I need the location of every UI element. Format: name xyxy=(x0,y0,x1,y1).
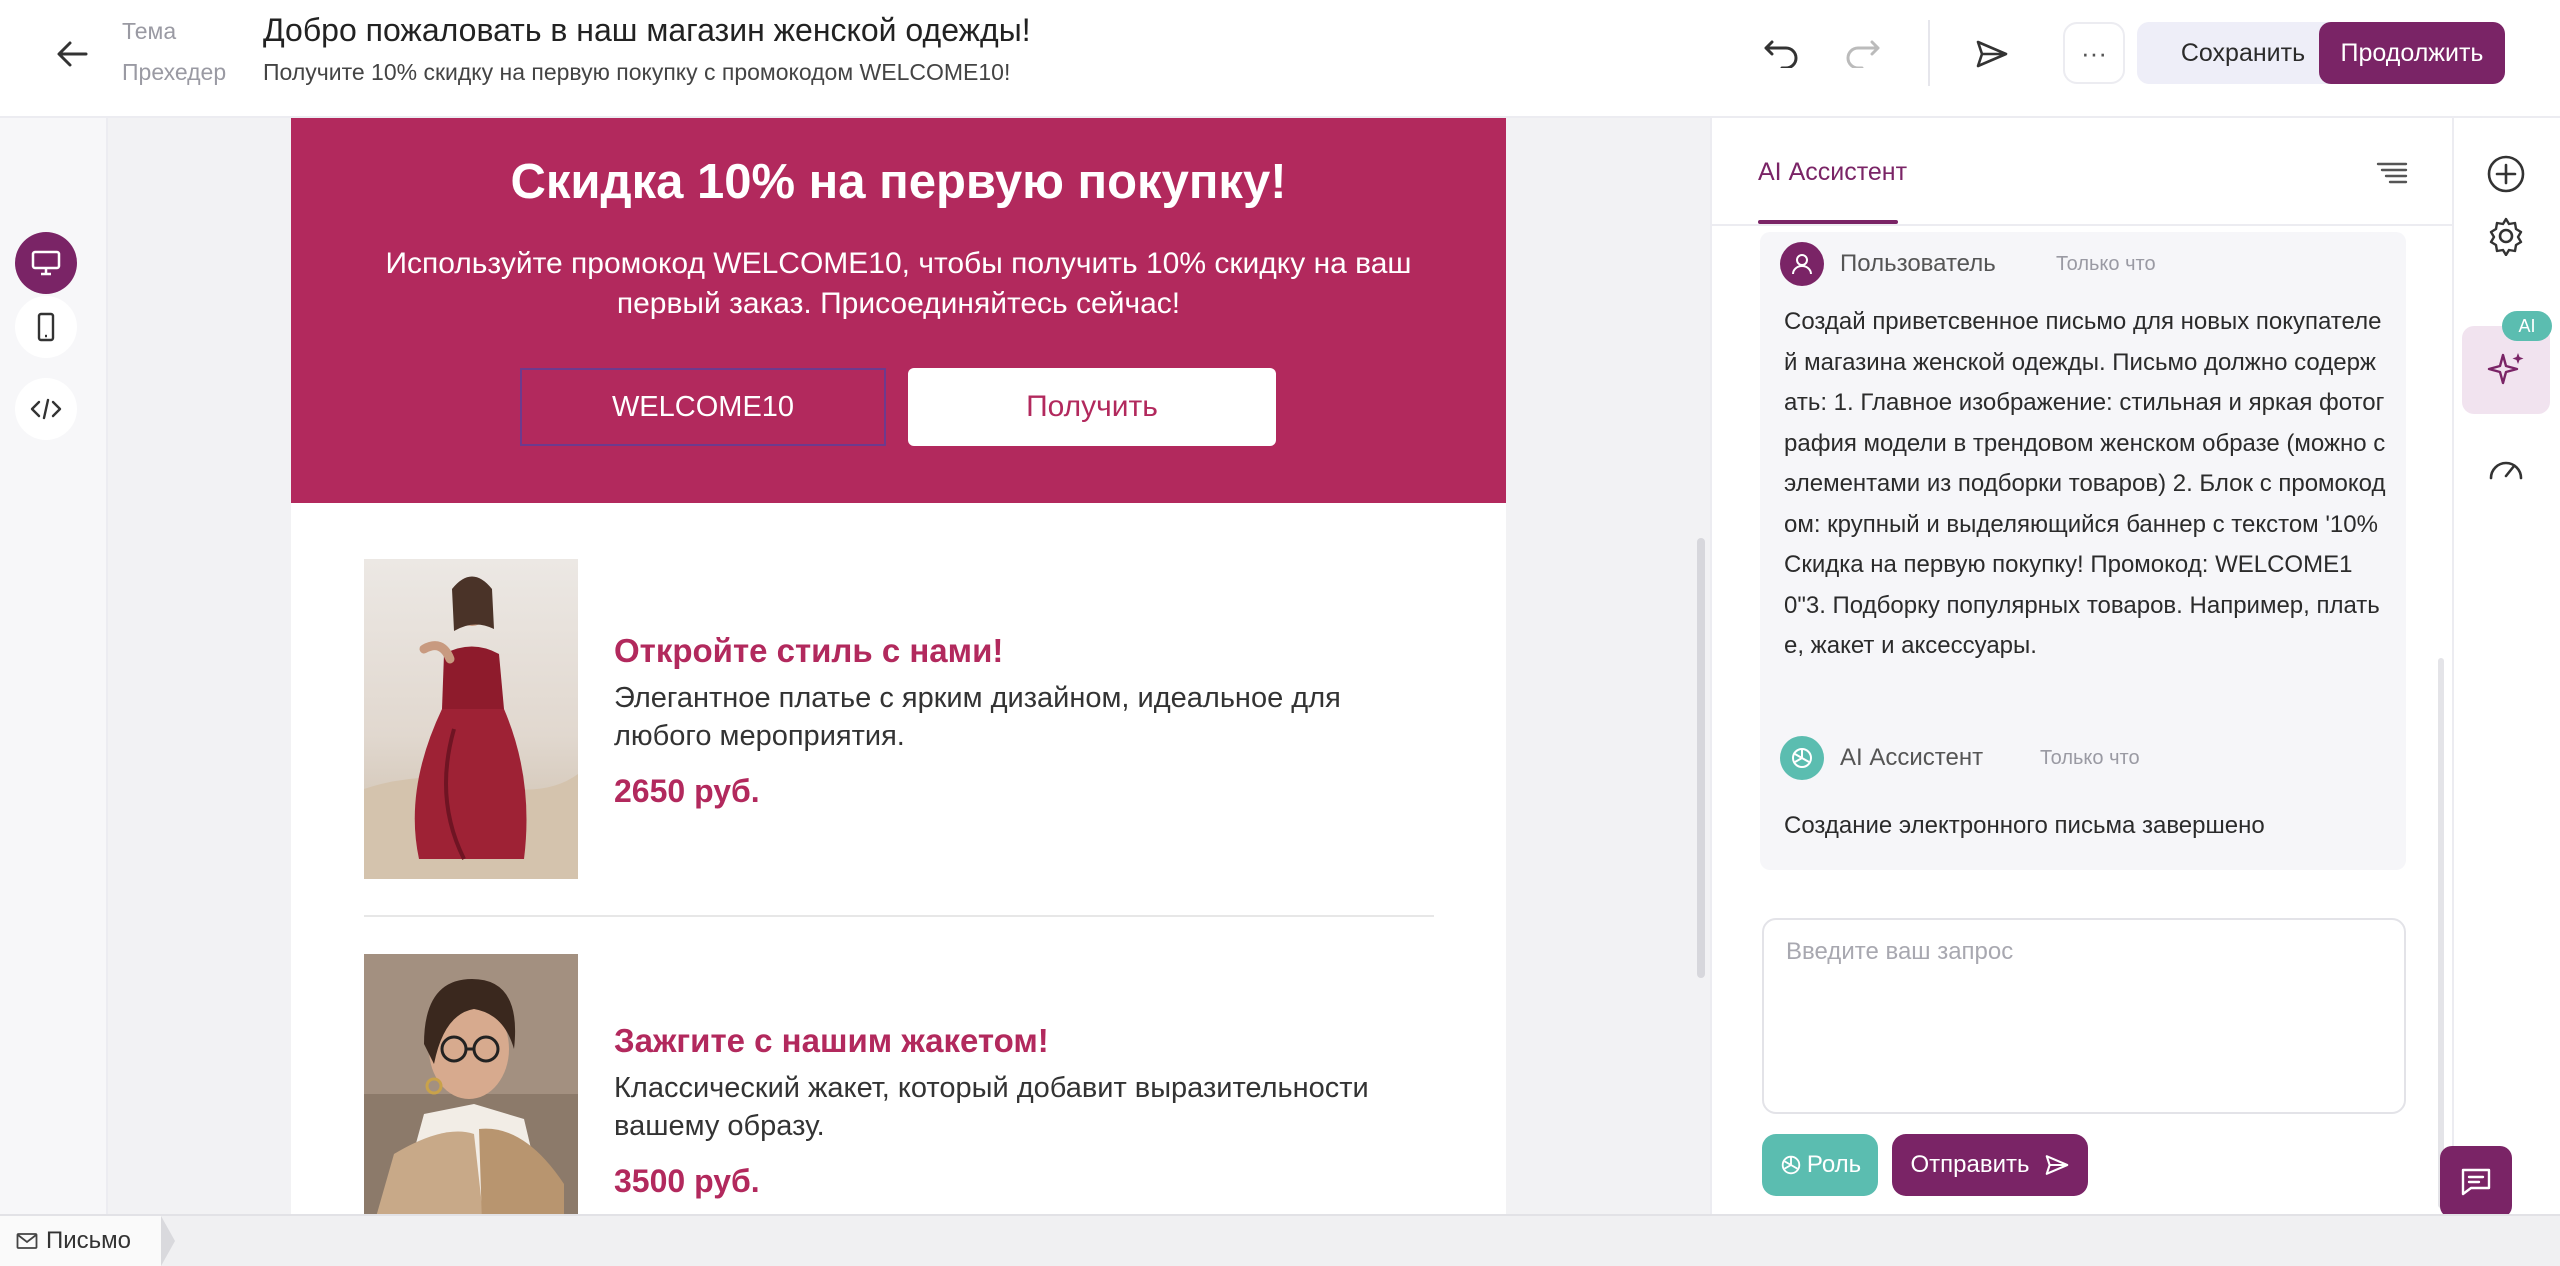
assistant-avatar xyxy=(1780,736,1824,780)
editor-canvas: Скидка 10% на первую покупку! Используйт… xyxy=(0,118,1710,1214)
send-prompt-button[interactable]: Отправить xyxy=(1892,1134,2088,1196)
banner-text: Используйте промокод WELCOME10, чтобы по… xyxy=(385,247,1412,320)
add-block-button[interactable] xyxy=(2476,144,2536,204)
gear-icon xyxy=(2489,217,2523,256)
openai-icon xyxy=(1781,1155,1801,1175)
promo-banner[interactable]: Скидка 10% на первую покупку! Используйт… xyxy=(291,118,1506,503)
save-button[interactable]: Сохранить xyxy=(2137,22,2349,84)
more-button[interactable]: ··· xyxy=(2063,22,2125,84)
gauge-icon xyxy=(2489,461,2523,480)
product-card[interactable]: Зажгите с нашим жакетом! Классический жа… xyxy=(364,954,1434,1214)
message-author: Пользователь xyxy=(1840,250,1996,277)
message-author: AI Ассистент xyxy=(1840,744,1984,771)
ai-badge: AI xyxy=(2502,311,2552,341)
continue-button[interactable]: Продолжить xyxy=(2319,22,2505,84)
get-discount-button[interactable]: Получить xyxy=(908,368,1276,446)
plus-circle-icon xyxy=(2487,155,2525,193)
product-divider xyxy=(364,915,1434,917)
panel-menu-button[interactable] xyxy=(2374,158,2414,190)
product-title: Откройте стиль с нами! xyxy=(614,632,1004,669)
redo-button[interactable] xyxy=(1842,34,1882,74)
right-tool-rail: AI xyxy=(2452,118,2560,1214)
more-icon: ··· xyxy=(2081,37,2107,68)
user-avatar xyxy=(1780,242,1824,286)
openai-icon xyxy=(1792,748,1812,768)
product-price: 3500 руб. xyxy=(614,1163,760,1199)
product-description: Классический жакет, который добавит выра… xyxy=(614,1072,1369,1142)
product-description: Элегантное платье с ярким дизайном, идеа… xyxy=(614,682,1341,752)
tab-ai-assistant[interactable]: AI Ассистент xyxy=(1758,158,1907,187)
view-switcher xyxy=(0,118,108,1214)
performance-button[interactable] xyxy=(2476,436,2536,496)
send-label: Отправить xyxy=(1910,1151,2030,1178)
undo-button[interactable] xyxy=(1762,34,1802,74)
prompt-input[interactable] xyxy=(1764,920,2404,1112)
back-button[interactable] xyxy=(52,34,92,74)
tab-divider xyxy=(1712,224,2454,226)
preheader-field[interactable]: Получите 10% скидку на первую покупку с … xyxy=(263,59,1010,86)
product-image-dress xyxy=(364,559,578,879)
desktop-icon xyxy=(31,250,61,276)
redo-icon xyxy=(1846,40,1880,68)
back-arrow-icon xyxy=(57,41,88,67)
product-card[interactable]: Откройте стиль с нами! Элегантное платье… xyxy=(364,559,1434,889)
top-bar: Тема Прехедер Добро пожаловать в наш маг… xyxy=(0,0,2560,118)
user-icon xyxy=(1792,254,1812,275)
breadcrumb-label: Письмо xyxy=(46,1227,132,1254)
theme-label: Тема xyxy=(122,18,177,44)
ai-assistant-panel: AI Ассистент Пользователь Только что Соз… xyxy=(1710,118,2454,1214)
prompt-input-box[interactable] xyxy=(1762,918,2406,1114)
role-label: Роль xyxy=(1806,1151,1862,1178)
chat-message-assistant: AI Ассистент Только что Создание электро… xyxy=(1760,726,2406,870)
send-test-button[interactable] xyxy=(1972,34,2012,74)
code-view-button[interactable] xyxy=(15,378,77,440)
chat-icon xyxy=(2461,1168,2491,1196)
promo-code-box[interactable]: WELCOME10 xyxy=(520,368,886,446)
product-price: 2650 руб. xyxy=(614,773,760,809)
desktop-view-button[interactable] xyxy=(15,232,77,294)
email-preview: Скидка 10% на первую покупку! Используйт… xyxy=(291,118,1506,1214)
sparkle-icon xyxy=(2487,353,2524,385)
undo-icon xyxy=(1764,40,1798,68)
subject-field[interactable]: Добро пожаловать в наш магазин женской о… xyxy=(263,12,1031,49)
panel-scrollbar[interactable] xyxy=(2438,658,2444,1208)
menu-lines-icon xyxy=(2376,162,2408,184)
settings-button[interactable] xyxy=(2476,206,2536,266)
send-icon xyxy=(1976,40,2008,68)
mobile-icon xyxy=(37,312,55,342)
product-title: Зажгите с нашим жакетом! xyxy=(614,1022,1049,1059)
preheader-label: Прехедер xyxy=(122,59,227,85)
support-chat-button[interactable] xyxy=(2440,1146,2512,1218)
toolbar-divider xyxy=(1928,20,1930,86)
bottom-bar: Письмо xyxy=(0,1214,2560,1266)
canvas-scrollbar[interactable] xyxy=(1697,538,1705,978)
code-icon xyxy=(30,398,62,420)
mail-icon xyxy=(16,1233,38,1249)
send-icon xyxy=(2045,1155,2068,1175)
product-image-jacket xyxy=(364,954,578,1214)
mobile-view-button[interactable] xyxy=(15,296,77,358)
message-time: Только что xyxy=(2040,747,2140,769)
banner-title: Скидка 10% на первую покупку! xyxy=(510,155,1287,209)
role-button[interactable]: Роль xyxy=(1762,1134,1878,1196)
message-text: Создание электронного письма завершено xyxy=(1784,812,2265,839)
breadcrumb[interactable]: Письмо xyxy=(0,1216,176,1266)
message-time: Только что xyxy=(2056,253,2156,275)
message-text: Создай приветсвенное письмо для новых по… xyxy=(1784,308,2386,659)
